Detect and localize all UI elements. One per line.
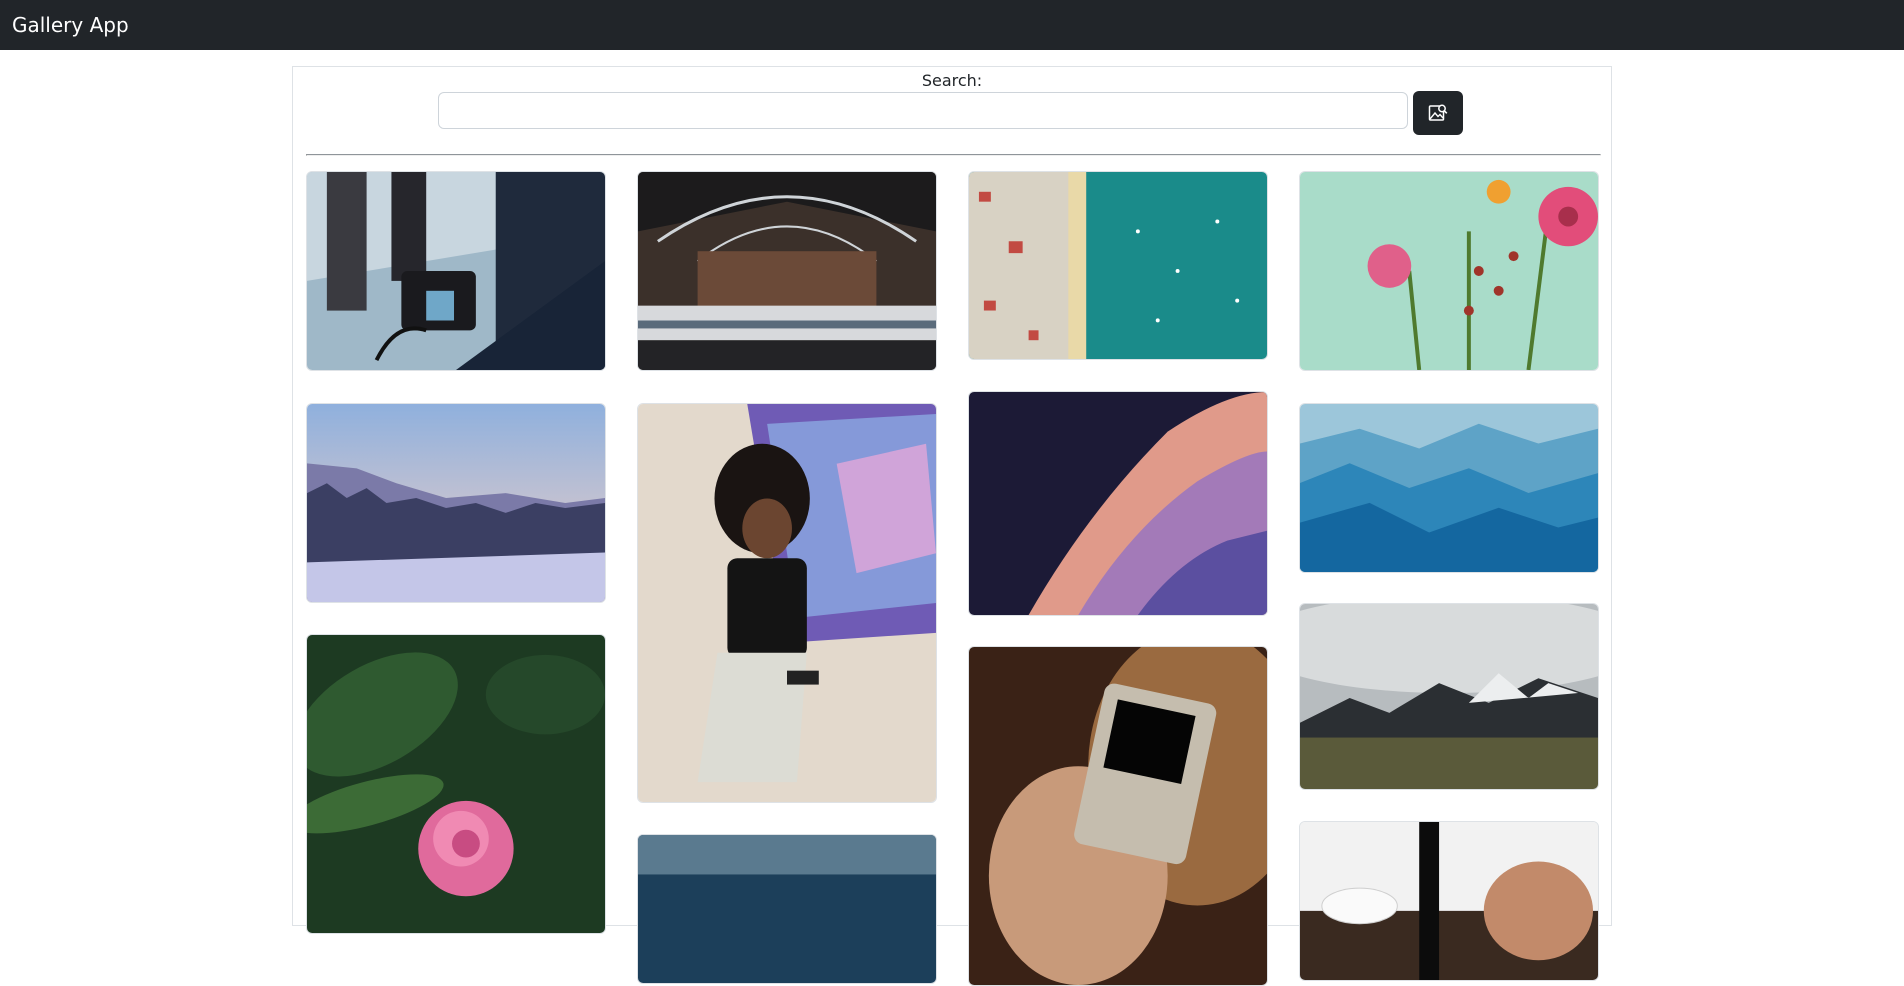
gallery-image[interactable] [968, 171, 1268, 360]
brand-link[interactable]: Gallery App [12, 13, 129, 37]
peony-flower-image [307, 635, 605, 933]
aerial-coastline-image [969, 172, 1267, 359]
desk-controller-image [1300, 822, 1598, 980]
woman-tv-image [638, 404, 936, 802]
camera-photo-image [307, 172, 605, 370]
search-button[interactable] [1413, 91, 1463, 135]
gerbera-flowers-image [1300, 172, 1598, 370]
slot-canyon-image [969, 392, 1267, 615]
image-search-icon [1428, 104, 1448, 121]
search-input[interactable] [438, 92, 1408, 129]
blue-mountains-image [1300, 404, 1598, 572]
cloudy-mountains-image [1300, 604, 1598, 789]
gallery-image[interactable] [306, 403, 606, 603]
gallery-image[interactable] [1299, 821, 1599, 981]
gallery-image[interactable] [1299, 171, 1599, 371]
gallery-image[interactable] [306, 634, 606, 934]
train-station-image [638, 172, 936, 370]
gallery-image[interactable] [1299, 603, 1599, 790]
gallery-image[interactable] [637, 834, 937, 984]
gallery-image[interactable] [1299, 403, 1599, 573]
navbar: Gallery App [0, 0, 1904, 50]
gallery-image[interactable] [968, 391, 1268, 616]
gallery-image[interactable] [637, 403, 937, 803]
gallery-image[interactable] [968, 646, 1268, 986]
divider [306, 154, 1601, 156]
search-label: Search: [921, 71, 983, 90]
gallery-container: Search: [292, 66, 1612, 986]
gallery-image[interactable] [637, 171, 937, 371]
gallery-image[interactable] [306, 171, 606, 371]
snowy-forest-image [307, 404, 605, 602]
retro-console-image [969, 647, 1267, 985]
ocean-aerial-image [638, 835, 936, 983]
